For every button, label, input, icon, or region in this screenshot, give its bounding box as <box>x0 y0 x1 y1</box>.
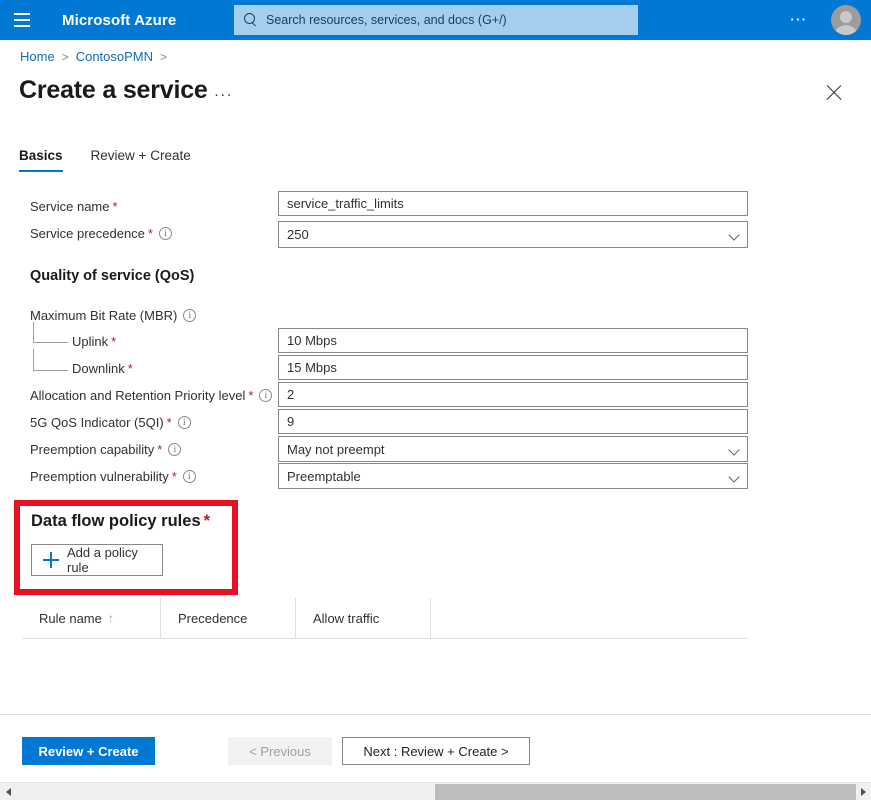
mbr-label: Maximum Bit Rate (MBR) i <box>30 308 196 323</box>
service-name-label: Service name * <box>30 199 118 214</box>
preemption-capability-value: May not preempt <box>287 442 385 457</box>
scrollbar-thumb[interactable] <box>435 784 856 800</box>
arp-level-label: Allocation and Retention Priority level … <box>30 388 272 403</box>
avatar-body <box>834 25 858 35</box>
required-marker: * <box>167 415 172 430</box>
hamburger-icon[interactable] <box>0 0 44 40</box>
column-header-precedence[interactable]: Precedence <box>160 598 295 639</box>
azure-top-bar: Microsoft Azure Search resources, servic… <box>0 0 871 40</box>
info-icon[interactable]: i <box>183 309 196 322</box>
tab-review-create[interactable]: Review + Create <box>91 148 191 172</box>
downlink-label: Downlink * <box>72 361 133 376</box>
preemption-vulnerability-label: Preemption vulnerability * i <box>30 469 196 484</box>
service-precedence-label: Service precedence * i <box>30 226 172 241</box>
ellipsis-icon[interactable]: ⋯ <box>783 0 814 40</box>
tree-line-vertical-downlink <box>33 349 34 370</box>
preemption-capability-select[interactable]: May not preempt <box>278 436 748 462</box>
required-marker: * <box>128 361 133 376</box>
required-marker: * <box>112 199 117 214</box>
breadcrumb-item-contosopmn[interactable]: ContosoPMN <box>76 49 153 64</box>
chevron-down-icon <box>728 229 739 240</box>
column-header-actions[interactable] <box>430 598 748 639</box>
review-create-button[interactable]: Review + Create <box>22 737 155 765</box>
tree-line-vertical-uplink <box>33 322 34 342</box>
chevron-down-icon <box>728 444 739 455</box>
arrow-left-icon[interactable] <box>0 783 16 801</box>
footer-divider <box>0 714 871 715</box>
page-title: Create a service <box>19 76 208 105</box>
column-header-allow-traffic[interactable]: Allow traffic <box>295 598 430 639</box>
breadcrumb: Home > ContosoPMN > <box>20 49 174 64</box>
tab-basics[interactable]: Basics <box>19 148 63 172</box>
required-marker: * <box>172 469 177 484</box>
uplink-input[interactable]: 10 Mbps <box>278 328 748 353</box>
table-header-row: Rule name ↑ Precedence Allow traffic <box>22 598 748 639</box>
user-avatar-icon[interactable] <box>831 5 861 35</box>
breadcrumb-separator: > <box>62 50 69 64</box>
plus-icon <box>43 552 59 568</box>
add-policy-rule-label: Add a policy rule <box>67 545 162 575</box>
search-icon <box>244 13 258 27</box>
chevron-down-icon <box>728 471 739 482</box>
data-flow-policy-rules-title: Data flow policy rules* <box>31 512 210 531</box>
downlink-input[interactable]: 15 Mbps <box>278 355 748 380</box>
required-marker: * <box>157 442 162 457</box>
breadcrumb-separator-2: > <box>160 50 167 64</box>
close-icon[interactable] <box>821 80 847 106</box>
tree-line-horizontal-uplink <box>33 342 68 343</box>
info-icon[interactable]: i <box>178 416 191 429</box>
qos-section-title: Quality of service (QoS) <box>30 268 194 284</box>
info-icon[interactable]: i <box>183 470 196 483</box>
arp-level-input[interactable]: 2 <box>278 382 748 407</box>
rules-table: Rule name ↑ Precedence Allow traffic <box>22 598 748 639</box>
next-review-create-button[interactable]: Next : Review + Create > <box>342 737 530 765</box>
tree-line-horizontal-downlink <box>33 370 68 371</box>
info-icon[interactable]: i <box>159 227 172 240</box>
qos-indicator-label: 5G QoS Indicator (5QI) * i <box>30 415 191 430</box>
preemption-vulnerability-value: Preemptable <box>287 469 361 484</box>
horizontal-scrollbar[interactable] <box>0 782 871 800</box>
preemption-capability-label: Preemption capability * i <box>30 442 181 457</box>
avatar-head <box>840 11 852 23</box>
add-policy-rule-button[interactable]: Add a policy rule <box>31 544 163 576</box>
required-marker: * <box>111 334 116 349</box>
qos-indicator-input[interactable]: 9 <box>278 409 748 434</box>
azure-brand-label[interactable]: Microsoft Azure <box>62 12 176 29</box>
sort-ascending-icon: ↑ <box>108 611 114 625</box>
preemption-vulnerability-select[interactable]: Preemptable <box>278 463 748 489</box>
arrow-right-icon[interactable] <box>855 783 871 801</box>
page-more-icon[interactable]: ··· <box>214 86 233 103</box>
search-input[interactable]: Search resources, services, and docs (G+… <box>234 5 638 35</box>
breadcrumb-item-home[interactable]: Home <box>20 49 55 64</box>
search-placeholder-label: Search resources, services, and docs (G+… <box>266 13 507 27</box>
service-name-input[interactable]: service_traffic_limits <box>278 191 748 216</box>
required-marker: * <box>204 512 210 530</box>
info-icon[interactable]: i <box>259 389 272 402</box>
service-precedence-value: 250 <box>287 227 309 242</box>
required-marker: * <box>148 226 153 241</box>
service-precedence-select[interactable]: 250 <box>278 221 748 248</box>
info-icon[interactable]: i <box>168 443 181 456</box>
required-marker: * <box>248 388 253 403</box>
column-header-rule-name[interactable]: Rule name ↑ <box>22 598 160 639</box>
tab-bar: Basics Review + Create <box>19 148 219 172</box>
previous-button: < Previous <box>228 737 332 765</box>
uplink-label: Uplink * <box>72 334 116 349</box>
